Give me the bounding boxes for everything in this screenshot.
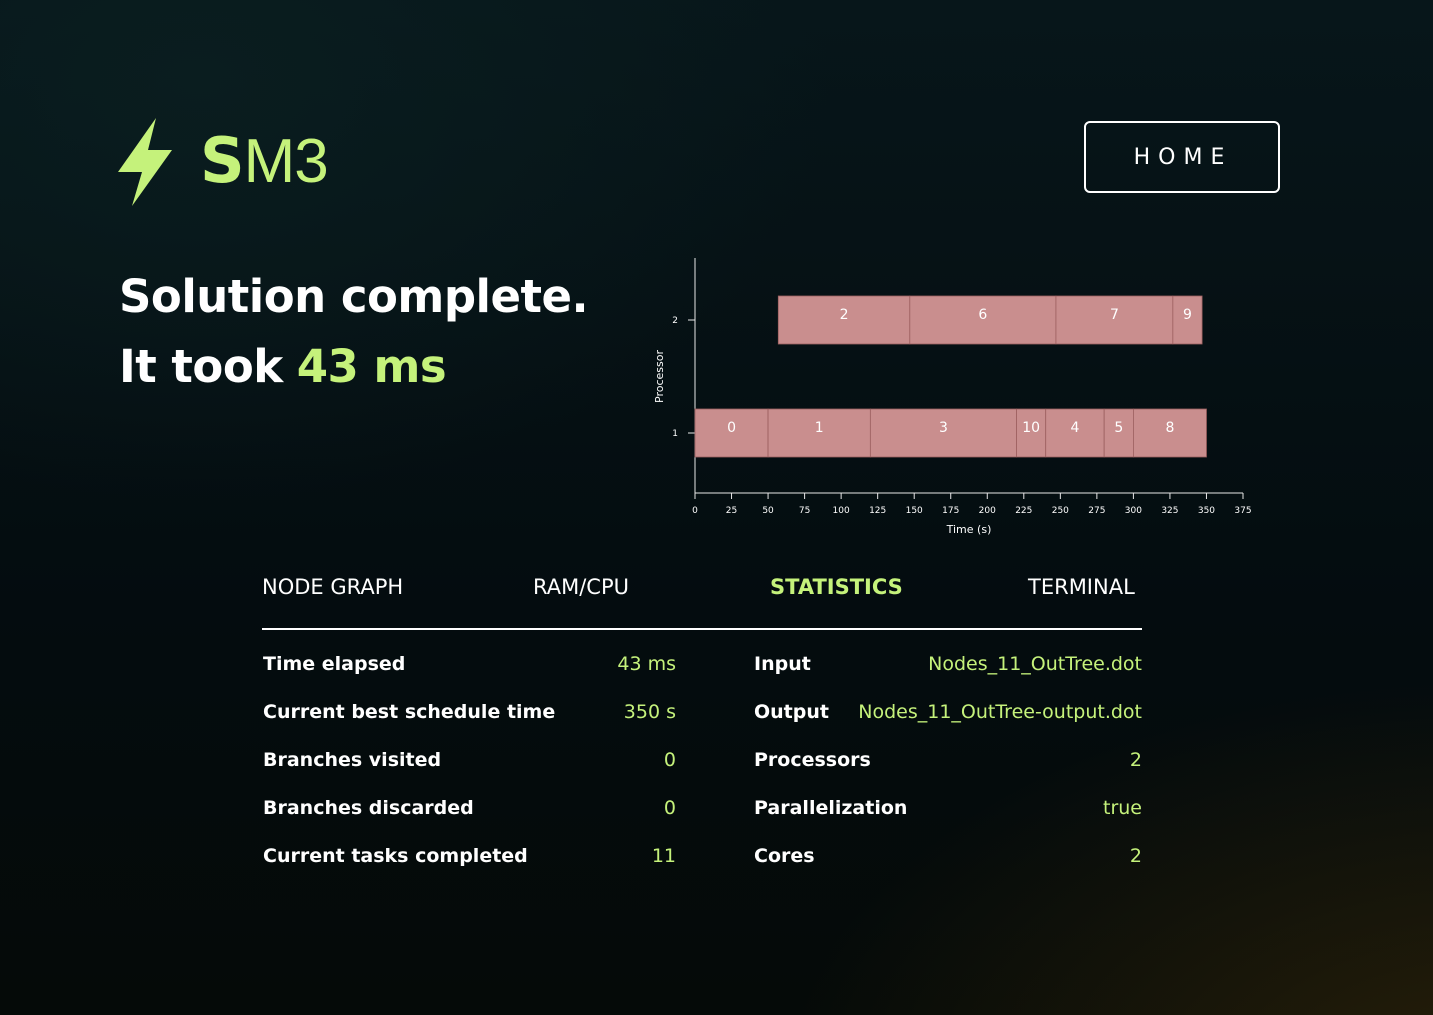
stat-value: true — [1103, 797, 1142, 819]
task-label: 4 — [1070, 420, 1079, 436]
tab-node-graph[interactable]: NODE GRAPH — [262, 575, 403, 599]
stats-right-column: Input Nodes_11_OutTree.dot Output Nodes_… — [754, 645, 1142, 885]
stat-row-output: Output Nodes_11_OutTree-output.dot — [754, 693, 1142, 741]
tab-statistics[interactable]: STATISTICS — [770, 575, 903, 599]
stat-row-input: Input Nodes_11_OutTree.dot — [754, 645, 1142, 693]
stat-label: Time elapsed — [263, 653, 406, 675]
stat-row-branches-visited: Branches visited 0 — [263, 741, 676, 789]
app-logo: SM3 — [116, 115, 329, 208]
stat-row-time-elapsed: Time elapsed 43 ms — [263, 645, 676, 693]
stat-row-cores: Cores 2 — [754, 837, 1142, 885]
task-label: 9 — [1183, 307, 1192, 323]
x-tick-label: 350 — [1198, 506, 1215, 516]
stat-label: Branches discarded — [263, 797, 474, 819]
x-tick-label: 325 — [1161, 506, 1178, 516]
x-tick-label: 50 — [762, 506, 774, 516]
task-label: 7 — [1110, 307, 1119, 323]
stat-label: Branches visited — [263, 749, 442, 771]
stat-value: Nodes_11_OutTree-output.dot — [858, 701, 1142, 723]
task-label: 2 — [840, 307, 849, 323]
x-tick-label: 25 — [726, 506, 737, 516]
app-name-rest: M3 — [243, 127, 329, 196]
stat-value: 0 — [663, 797, 676, 819]
task-label: 10 — [1022, 420, 1040, 436]
app-name: SM3 — [200, 115, 329, 208]
x-tick-label: 225 — [1015, 506, 1032, 516]
headline-prefix: It took — [119, 340, 283, 393]
stat-label: Input — [754, 653, 811, 675]
home-button[interactable]: HOME — [1084, 121, 1280, 193]
x-tick-label: 175 — [942, 506, 959, 516]
tab-terminal[interactable]: TERMINAL — [1028, 575, 1135, 599]
x-tick-label: 75 — [799, 506, 810, 516]
task-label: 5 — [1114, 420, 1123, 436]
stat-row-tasks-completed: Current tasks completed 11 — [263, 837, 676, 885]
stat-value: 11 — [651, 845, 676, 867]
x-tick-label: 275 — [1088, 506, 1105, 516]
stat-row-processors: Processors 2 — [754, 741, 1142, 789]
stat-row-parallelization: Parallelization true — [754, 789, 1142, 837]
stat-label: Current tasks completed — [263, 845, 528, 867]
stat-label: Parallelization — [754, 797, 908, 819]
x-tick-label: 0 — [692, 506, 698, 516]
y-tick-label: 2 — [672, 316, 678, 326]
task-label: 0 — [727, 420, 736, 436]
stat-value: 0 — [663, 749, 676, 771]
stat-label: Processors — [754, 749, 871, 771]
stat-row-branches-discarded: Branches discarded 0 — [263, 789, 676, 837]
x-tick-label: 375 — [1234, 506, 1251, 516]
y-tick-label: 1 — [672, 429, 678, 439]
tab-ram-cpu[interactable]: RAM/CPU — [533, 575, 629, 599]
x-tick-label: 125 — [869, 506, 886, 516]
task-label: 6 — [978, 307, 987, 323]
stats-left-column: Time elapsed 43 ms Current best schedule… — [263, 645, 676, 885]
stat-value: Nodes_11_OutTree.dot — [928, 653, 1142, 675]
x-tick-label: 300 — [1125, 506, 1142, 516]
x-tick-label: 150 — [906, 506, 923, 516]
lightning-bolt-icon — [118, 117, 172, 206]
stat-label: Cores — [754, 845, 815, 867]
task-label: 1 — [815, 420, 824, 436]
task-label: 8 — [1165, 420, 1174, 436]
headline-duration-line: It took 43 ms — [119, 332, 588, 402]
stat-value: 350 s — [623, 701, 676, 723]
task-label: 3 — [939, 420, 948, 436]
headline: Solution complete. It took 43 ms — [119, 262, 589, 402]
stat-value: 2 — [1129, 749, 1142, 771]
stat-value: 2 — [1129, 845, 1142, 867]
x-axis-title: Time (s) — [946, 523, 992, 536]
stat-row-best-schedule: Current best schedule time 350 s — [263, 693, 676, 741]
stat-value: 43 ms — [617, 653, 676, 675]
x-tick-label: 100 — [833, 506, 850, 516]
headline-duration: 43 ms — [296, 340, 447, 393]
headline-title: Solution complete. — [119, 270, 589, 323]
x-tick-label: 250 — [1052, 506, 1069, 516]
tab-bar: NODE GRAPH RAM/CPU STATISTICS TERMINAL — [262, 568, 1142, 630]
y-axis-title: Processor — [653, 350, 666, 403]
x-tick-label: 200 — [979, 506, 996, 516]
schedule-gantt-chart: 0 25 50 75 100 125 150 175 200 225 250 275 300 325 350… — [653, 258, 1252, 536]
stat-label: Output — [754, 701, 829, 723]
stat-label: Current best schedule time — [263, 701, 556, 723]
app-name-s: S — [200, 124, 245, 197]
